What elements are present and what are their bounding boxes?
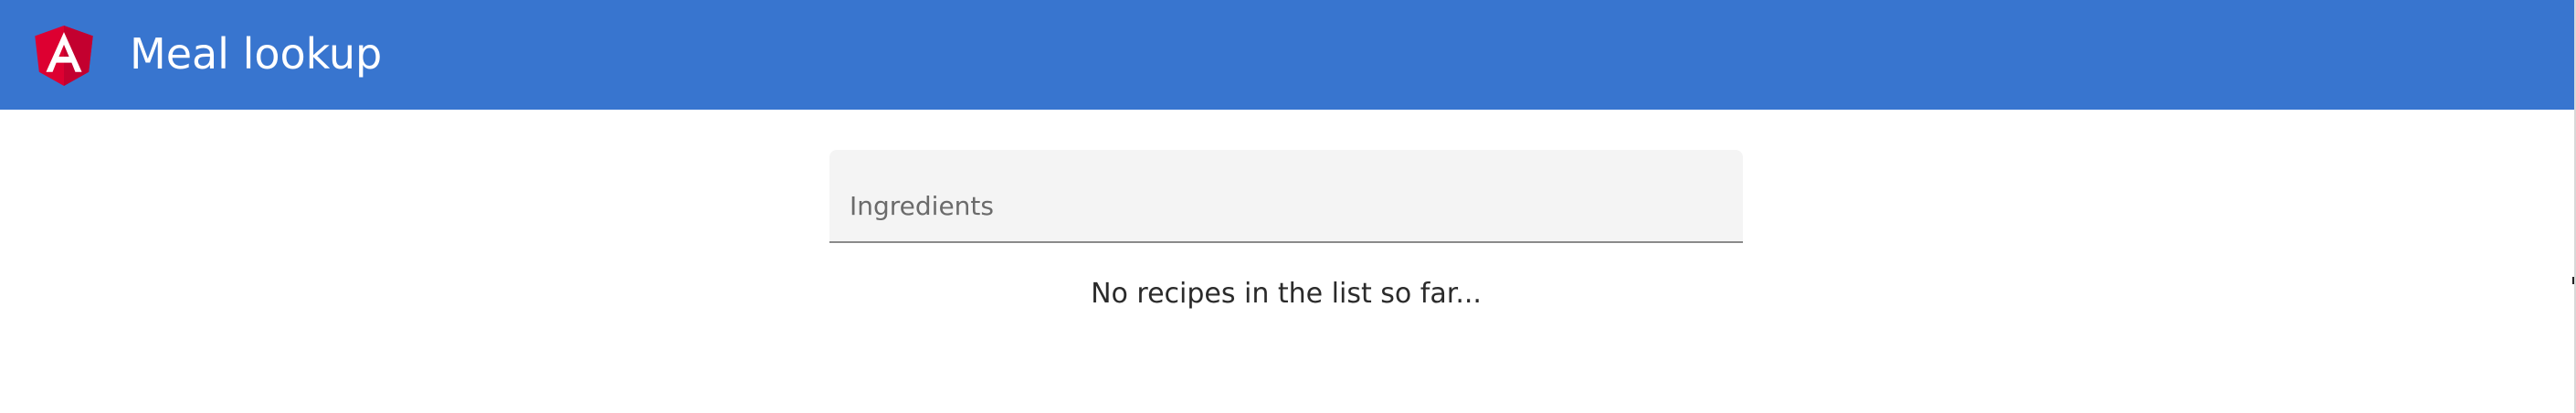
scrollbar-marker: [2572, 277, 2574, 284]
angular-logo-icon: [35, 26, 93, 86]
ingredients-input[interactable]: [829, 150, 1743, 241]
app-root: Meal lookup No recipes in the list so fa…: [0, 0, 2576, 413]
app-title: Meal lookup: [130, 29, 383, 79]
ingredients-field[interactable]: [829, 150, 1743, 243]
empty-recipes-message: No recipes in the list so far...: [1091, 278, 1482, 310]
app-toolbar: Meal lookup: [0, 0, 2574, 110]
